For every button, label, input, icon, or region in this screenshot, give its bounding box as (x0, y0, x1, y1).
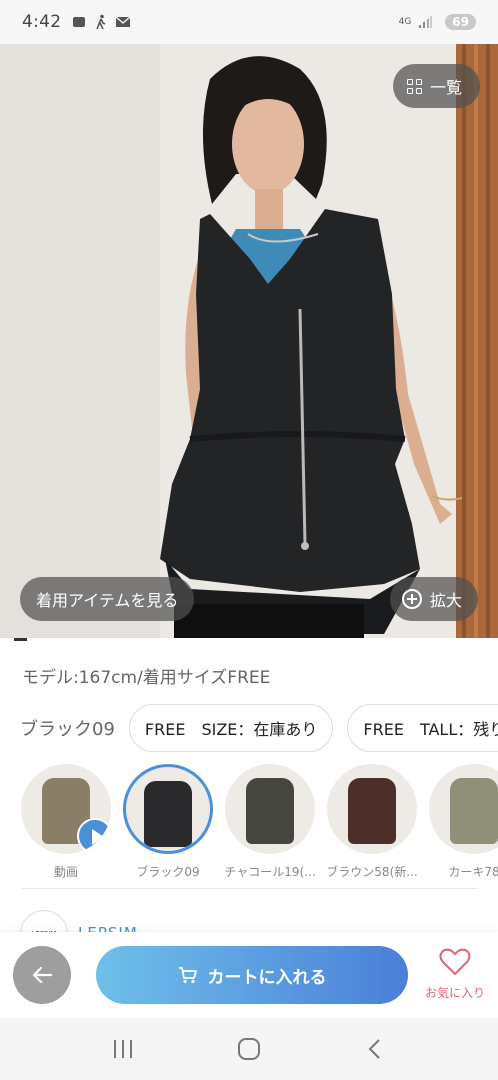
network-type: 4G (398, 16, 412, 27)
swatch-caption: ブラウン58(新... (326, 865, 418, 879)
add-to-cart-button[interactable]: カートに入れる (96, 946, 408, 1004)
favorite-label: お気に入り (424, 986, 485, 1000)
garment-thumbnail (348, 778, 396, 844)
swatch-thumbnail (123, 764, 213, 854)
swatch-caption: チャコール19(... (224, 865, 316, 879)
swatch-video[interactable]: 動画 (20, 764, 112, 884)
swatch-brown[interactable]: ブラウン58(新... (326, 764, 418, 884)
battery-indicator: 69 (445, 14, 476, 30)
divider (22, 888, 478, 889)
garment-thumbnail (246, 778, 294, 844)
app-notification-icon (73, 17, 86, 27)
zoom-label: 拡大 (429, 591, 462, 610)
recent-apps-button[interactable] (103, 1029, 143, 1069)
list-view-label: 一覧 (429, 78, 462, 97)
swatch-black[interactable]: ブラック09 (122, 764, 214, 884)
home-button[interactable] (229, 1029, 269, 1069)
view-worn-items-label: 着用アイテムを見る (36, 591, 179, 610)
garment-thumbnail (450, 778, 498, 844)
brand-logo: LEPSIM (20, 910, 68, 934)
swatch-thumbnail (327, 764, 417, 854)
play-icon (77, 818, 111, 854)
swatch-caption: 動画 (53, 865, 78, 879)
size-chip-free-tall[interactable]: FREE TALL：残り (347, 704, 498, 752)
status-time: 4:42 (22, 12, 62, 32)
add-to-cart-label: カートに入れる (207, 967, 327, 988)
size-chip-free-size[interactable]: FREE SIZE：在庫あり (128, 704, 334, 752)
model-info: モデル:167cm/着用サイズFREE (22, 668, 271, 688)
chevron-left-icon (368, 1039, 380, 1059)
size-selector: ブラック09 FREE SIZE：在庫あり FREE TALL：残り (0, 703, 498, 753)
swatch-thumbnail (225, 764, 315, 854)
swatch-caption: ブラック09 (136, 865, 200, 879)
zoom-in-icon (401, 589, 422, 609)
list-view-button[interactable]: 一覧 (392, 64, 480, 108)
swatch-caption: カーキ78 (448, 865, 498, 879)
swatch-charcoal[interactable]: チャコール19(... (224, 764, 316, 884)
heart-icon (439, 948, 471, 975)
signal-icon (419, 16, 433, 28)
favorite-button[interactable]: お気に入り (420, 948, 490, 1001)
status-bar: 4:42 4G 69 (0, 0, 498, 44)
swatch-thumbnail (21, 764, 111, 854)
selected-color-name: ブラック09 (20, 719, 115, 740)
brand-link[interactable]: LEPSIM LEPSIM (20, 910, 138, 934)
back-nav-button[interactable] (355, 1029, 395, 1069)
home-icon (238, 1038, 260, 1060)
color-swatch-list: 動画 ブラック09 チャコール19(... ブラウン58(新... カーキ78 (20, 764, 498, 884)
garment-thumbnail (144, 781, 192, 847)
zoom-button[interactable]: 拡大 (389, 577, 478, 621)
mail-icon (115, 16, 131, 27)
walking-icon (96, 14, 106, 30)
recent-apps-icon (114, 1040, 132, 1058)
bottom-action-bar: カートに入れる お気に入り (0, 932, 498, 1018)
arrow-left-icon (32, 966, 53, 984)
grid-icon (406, 78, 422, 94)
swatch-thumbnail (429, 764, 498, 854)
back-button[interactable] (13, 946, 71, 1004)
product-image[interactable]: 一覧 着用アイテムを見る 拡大 (0, 44, 498, 641)
model-photo (0, 44, 498, 641)
cart-icon (178, 967, 197, 984)
image-pager-indicator (0, 638, 498, 641)
swatch-khaki[interactable]: カーキ78 (428, 764, 498, 884)
system-nav-bar (0, 1018, 498, 1080)
view-worn-items-button[interactable]: 着用アイテムを見る (20, 577, 195, 621)
